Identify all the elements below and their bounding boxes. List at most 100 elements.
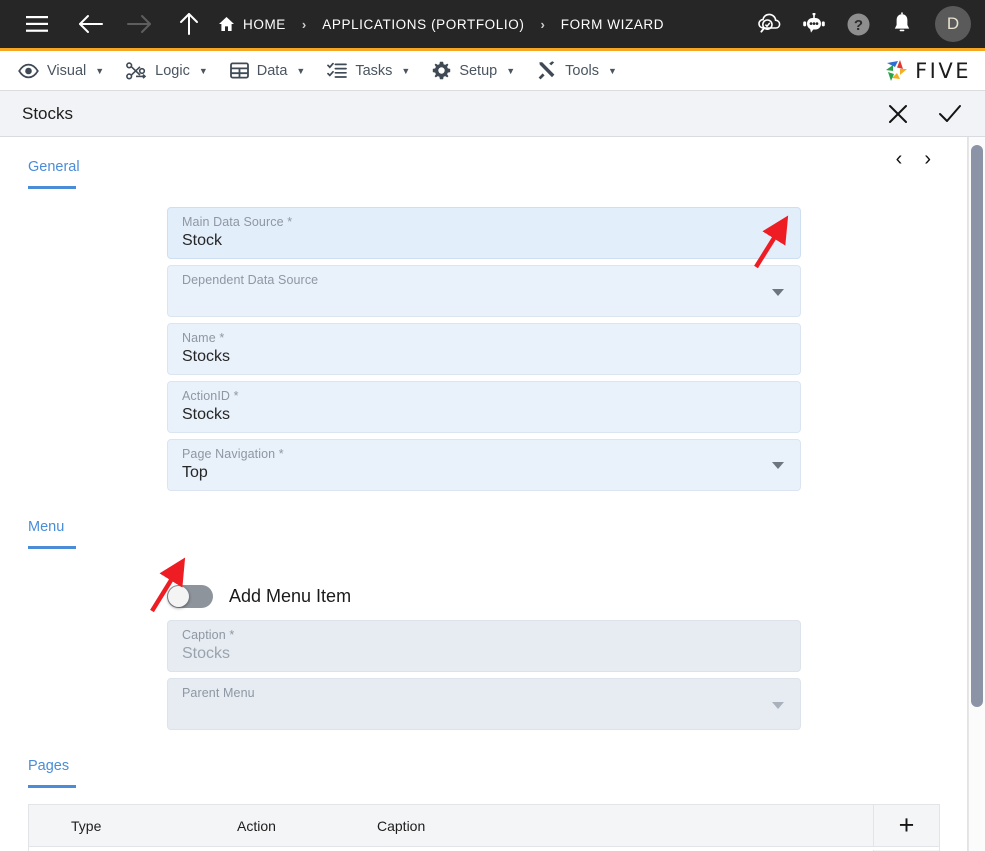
chevron-down-icon [772,702,784,709]
menu-label-tools: Tools [565,62,599,79]
avatar-initial: D [946,14,960,33]
topbar-right-group: ? D [755,6,971,42]
avatar[interactable]: D [935,6,971,42]
field-label-parent-menu: Parent Menu [182,686,255,700]
field-page-navigation[interactable]: Page Navigation * Top [167,439,801,491]
menu-item-tasks[interactable]: Tasks ▼ [323,51,428,90]
section-title-pages: Pages [28,758,70,774]
five-wordmark: FIVE [915,58,971,83]
home-icon [218,16,235,32]
menu-label-logic: Logic [155,62,190,79]
menu-item-tools[interactable]: Tools ▼ [533,51,635,90]
chevron-down-icon: ▼ [506,65,516,76]
form-header-actions [885,101,963,127]
tools-icon [537,61,557,80]
field-label-name: Name * [182,331,225,345]
hamburger-icon[interactable] [18,5,56,43]
field-caption: Caption * Stocks [167,620,801,672]
field-main-data-source[interactable]: Main Data Source * Stock [167,207,801,259]
chevron-down-icon[interactable] [772,230,784,237]
field-dependent-data-source[interactable]: Dependent Data Source [167,265,801,317]
menu-label-data: Data [256,62,288,79]
confirm-check-icon[interactable] [937,101,963,127]
menu-label-setup: Setup [459,62,498,79]
breadcrumb-label-applications: APPLICATIONS (PORTFOLIO) [322,16,525,32]
topbar-left-group: HOME › APPLICATIONS (PORTFOLIO) › FORM W… [18,5,755,43]
chevron-down-icon[interactable] [772,462,784,469]
pager-prev-button[interactable]: ‹ [896,149,903,169]
section-underline-pages [28,785,76,788]
add-row-button[interactable]: + [873,804,939,847]
general-fields: Main Data Source * Stock Dependent Data … [0,207,967,491]
breadcrumb-separator-2: › [540,16,545,32]
form-scroll-area: General Main Data Source * Stock Depende… [0,137,968,851]
arrow-left-icon[interactable] [72,5,110,43]
pages-table-header: Type Action Caption + [29,804,939,847]
page-pager: ‹ › [896,149,931,169]
top-navigation-bar: HOME › APPLICATIONS (PORTFOLIO) › FORM W… [0,0,985,48]
chevron-down-icon: ▼ [95,65,105,76]
five-logo: FIVE [883,57,971,85]
section-title-general: General [28,159,80,175]
chevron-down-icon[interactable] [772,289,784,296]
workflow-icon [126,61,147,80]
add-menu-item-row: Add Menu Item [0,585,967,608]
section-underline-menu [28,546,76,549]
svg-text:?: ? [853,17,862,34]
breadcrumb-separator: › [301,16,307,32]
menu-item-logic[interactable]: Logic ▼ [122,51,226,90]
pages-table: Type Action Caption + Form [28,804,940,851]
menu-item-setup[interactable]: Setup ▼ [428,51,533,90]
pager-next-button[interactable]: › [924,149,931,169]
chevron-down-icon: ▼ [608,65,617,76]
breadcrumb-label-home: HOME [243,16,286,32]
cloud-check-icon[interactable] [755,9,785,39]
section-title-menu: Menu [28,519,65,535]
column-header-caption: Caption [377,817,426,834]
form-header: Stocks [0,91,985,137]
gear-icon [432,61,451,80]
chatbot-icon[interactable] [799,9,829,39]
section-underline-general [28,186,76,189]
form-body: General Main Data Source * Stock Depende… [0,137,985,851]
close-icon[interactable] [885,101,911,127]
field-label-page-navigation: Page Navigation * [182,447,284,461]
menu-label-tasks: Tasks [355,62,393,79]
field-label-main-data-source: Main Data Source * [182,215,293,229]
breadcrumb-label-form-wizard: FORM WIZARD [560,16,665,32]
column-header-action: Action [237,817,276,834]
field-action-id[interactable]: ActionID * Stocks [167,381,801,433]
field-parent-menu: Parent Menu [167,678,801,730]
toggle-knob [168,586,189,607]
add-menu-item-label: Add Menu Item [229,586,352,606]
application-menu-bar: Visual ▼ Logic ▼ Data ▼ Tasks ▼ Setup ▼ … [0,51,985,91]
five-pinwheel-icon [883,57,911,85]
field-name[interactable]: Name * Stocks [167,323,801,375]
help-icon[interactable]: ? [843,9,873,39]
eye-icon [18,63,39,79]
section-general: General Main Data Source * Stock Depende… [0,137,967,491]
section-menu: Menu Add Menu Item Caption * Stocks Pare… [0,497,967,730]
page-title: Stocks [22,103,74,123]
table-icon [229,62,249,79]
add-menu-item-toggle[interactable] [167,585,213,608]
field-value-action-id: Stocks [182,406,231,423]
section-pages: Pages Type Action Caption + Form [0,736,967,851]
field-label-action-id: ActionID * [182,389,239,403]
breadcrumb-item-home[interactable]: HOME [218,16,286,32]
arrow-up-icon[interactable] [170,5,208,43]
breadcrumb-item-applications[interactable]: APPLICATIONS (PORTFOLIO) [322,17,524,32]
menu-item-visual[interactable]: Visual ▼ [14,51,122,90]
field-value-page-navigation: Top [182,464,208,481]
vertical-scrollbar[interactable] [968,137,985,851]
field-label-caption: Caption * [182,628,235,642]
scrollbar-thumb[interactable] [971,145,983,707]
field-value-name: Stocks [182,348,231,365]
menu-item-data[interactable]: Data ▼ [226,51,324,90]
field-value-caption: Stocks [182,645,231,662]
chevron-down-icon: ▼ [401,65,411,76]
table-row: Form General ✕ [29,847,939,851]
breadcrumb-item-form-wizard[interactable]: FORM WIZARD [561,17,664,32]
bell-icon[interactable] [887,9,917,39]
arrow-right-icon [120,5,158,43]
